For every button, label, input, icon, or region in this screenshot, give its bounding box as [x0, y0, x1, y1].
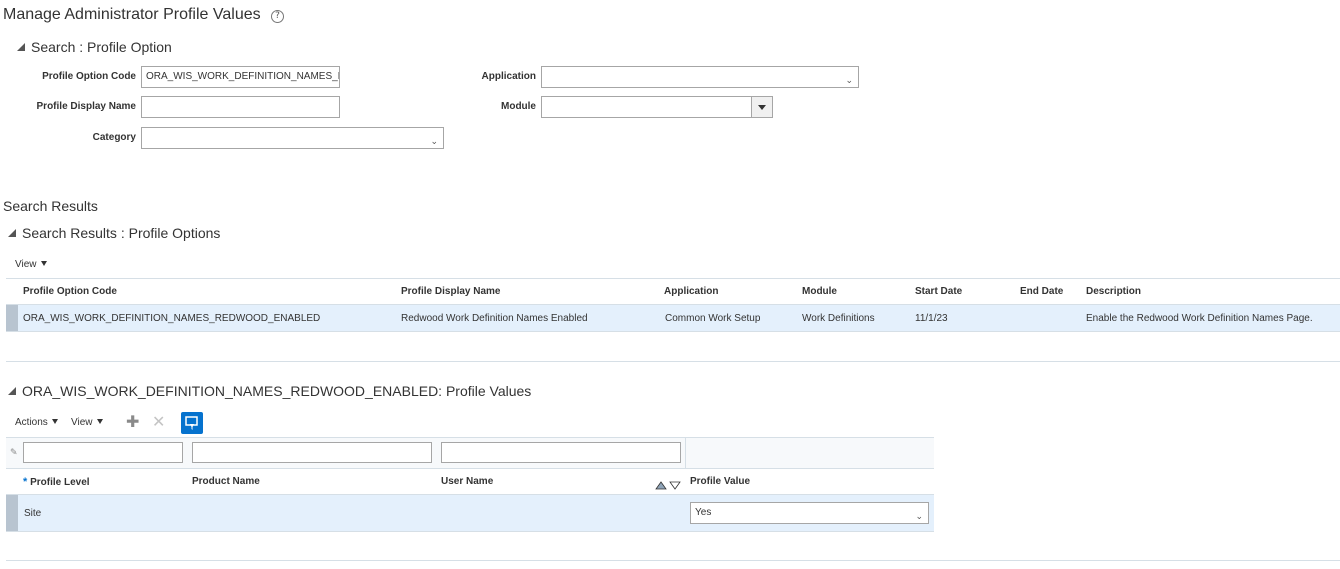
row-description: Enable the Redwood Work Definition Names… — [1086, 313, 1313, 324]
caret-down-icon — [51, 419, 58, 424]
filter-user-name-input[interactable] — [441, 442, 681, 463]
caret-down-icon — [40, 261, 47, 266]
col-header-module[interactable]: Module — [802, 286, 837, 297]
edit-pencil-icon: ✎ — [10, 447, 18, 457]
filter-profile-level-input[interactable] — [23, 442, 183, 463]
col-header-profile-display-name[interactable]: Profile Display Name — [401, 286, 500, 297]
application-select[interactable]: ⌄ — [541, 66, 859, 88]
profile-display-name-label: Profile Display Name — [36, 101, 136, 112]
query-by-example-button[interactable] — [181, 412, 203, 434]
profile-value-select[interactable]: Yes ⌄ — [690, 502, 929, 524]
profile-option-code-input[interactable]: ORA_WIS_WORK_DEFINITION_NAMES_REDWOOD_EN… — [141, 66, 340, 88]
row-profile-option-code: ORA_WIS_WORK_DEFINITION_NAMES_REDWOOD_EN… — [23, 313, 321, 324]
question-circle-icon[interactable]: ? — [271, 10, 285, 23]
col-header-profile-option-code[interactable]: Profile Option Code — [23, 286, 117, 297]
values-section-title: ORA_WIS_WORK_DEFINITION_NAMES_REDWOOD_EN… — [22, 383, 532, 399]
values-table-bottom-border — [6, 560, 1340, 561]
col-header-start-date[interactable]: Start Date — [915, 286, 962, 297]
category-label: Category — [92, 132, 136, 143]
row-application: Common Work Setup — [665, 313, 761, 324]
row-selection-marker — [6, 495, 18, 531]
plus-icon[interactable]: ✚ — [126, 414, 139, 430]
sort-ascending-descending-icon[interactable] — [655, 477, 683, 495]
page-title: Manage Administrator Profile Values ? — [3, 6, 285, 24]
category-select[interactable]: ⌄ — [141, 127, 444, 149]
caret-down-icon — [96, 419, 103, 424]
filter-product-name-input[interactable] — [192, 442, 432, 463]
row-start-date: 11/1/23 — [915, 313, 948, 324]
profile-option-code-value: ORA_WIS_WORK_DEFINITION_NAMES_REDWOOD_EN… — [146, 71, 339, 82]
row-profile-level: Site — [24, 508, 42, 519]
x-icon[interactable]: ✕ — [152, 414, 165, 430]
profile-display-name-input[interactable] — [141, 96, 340, 118]
search-section-header[interactable]: Search : Profile Option — [17, 39, 172, 55]
col-header-profile-value[interactable]: Profile Value — [690, 476, 750, 487]
module-label: Module — [501, 101, 536, 112]
col-header-profile-level[interactable]: * Profile Level — [23, 476, 90, 488]
profile-level-header-text: Profile Level — [30, 477, 90, 488]
application-label: Application — [481, 71, 536, 82]
row-module: Work Definitions — [802, 313, 875, 324]
actions-menu[interactable]: Actions — [15, 417, 58, 428]
col-header-application[interactable]: Application — [664, 286, 718, 297]
table-top-border — [6, 278, 1340, 279]
collapse-triangle-icon[interactable] — [17, 43, 25, 51]
table-bottom-border — [6, 361, 1340, 362]
search-results-title: Search Results — [3, 198, 98, 214]
actions-label: Actions — [15, 417, 48, 428]
row-profile-display-name: Redwood Work Definition Names Enabled — [401, 313, 588, 324]
chevron-down-icon: ⌄ — [430, 137, 438, 147]
column-divider — [685, 437, 686, 469]
collapse-triangle-icon[interactable] — [8, 229, 16, 237]
required-mark: * — [23, 476, 28, 488]
chevron-down-icon: ⌄ — [845, 76, 853, 86]
values-view-menu[interactable]: View — [71, 417, 103, 428]
page-title-text: Manage Administrator Profile Values — [3, 6, 261, 23]
values-view-label: View — [71, 417, 93, 428]
col-header-product-name[interactable]: Product Name — [192, 476, 260, 487]
col-header-description[interactable]: Description — [1086, 286, 1141, 297]
chevron-down-icon: ⌄ — [915, 512, 923, 522]
results-section-title: Search Results : Profile Options — [22, 225, 221, 241]
row-selection-marker — [6, 305, 18, 331]
col-header-end-date[interactable]: End Date — [1020, 286, 1063, 297]
module-input[interactable] — [541, 96, 773, 118]
query-by-example-icon — [185, 416, 198, 430]
profile-option-code-label: Profile Option Code — [42, 71, 136, 82]
col-header-user-name[interactable]: User Name — [441, 476, 493, 487]
results-view-menu[interactable]: View — [15, 259, 47, 270]
profile-value-selected: Yes — [695, 507, 712, 518]
results-section-header[interactable]: Search Results : Profile Options — [8, 225, 220, 241]
values-section-header[interactable]: ORA_WIS_WORK_DEFINITION_NAMES_REDWOOD_EN… — [8, 383, 531, 399]
collapse-triangle-icon[interactable] — [8, 387, 16, 395]
results-view-label: View — [15, 259, 37, 270]
search-section-title: Search : Profile Option — [31, 39, 172, 55]
module-dropdown-button[interactable] — [751, 97, 772, 117]
